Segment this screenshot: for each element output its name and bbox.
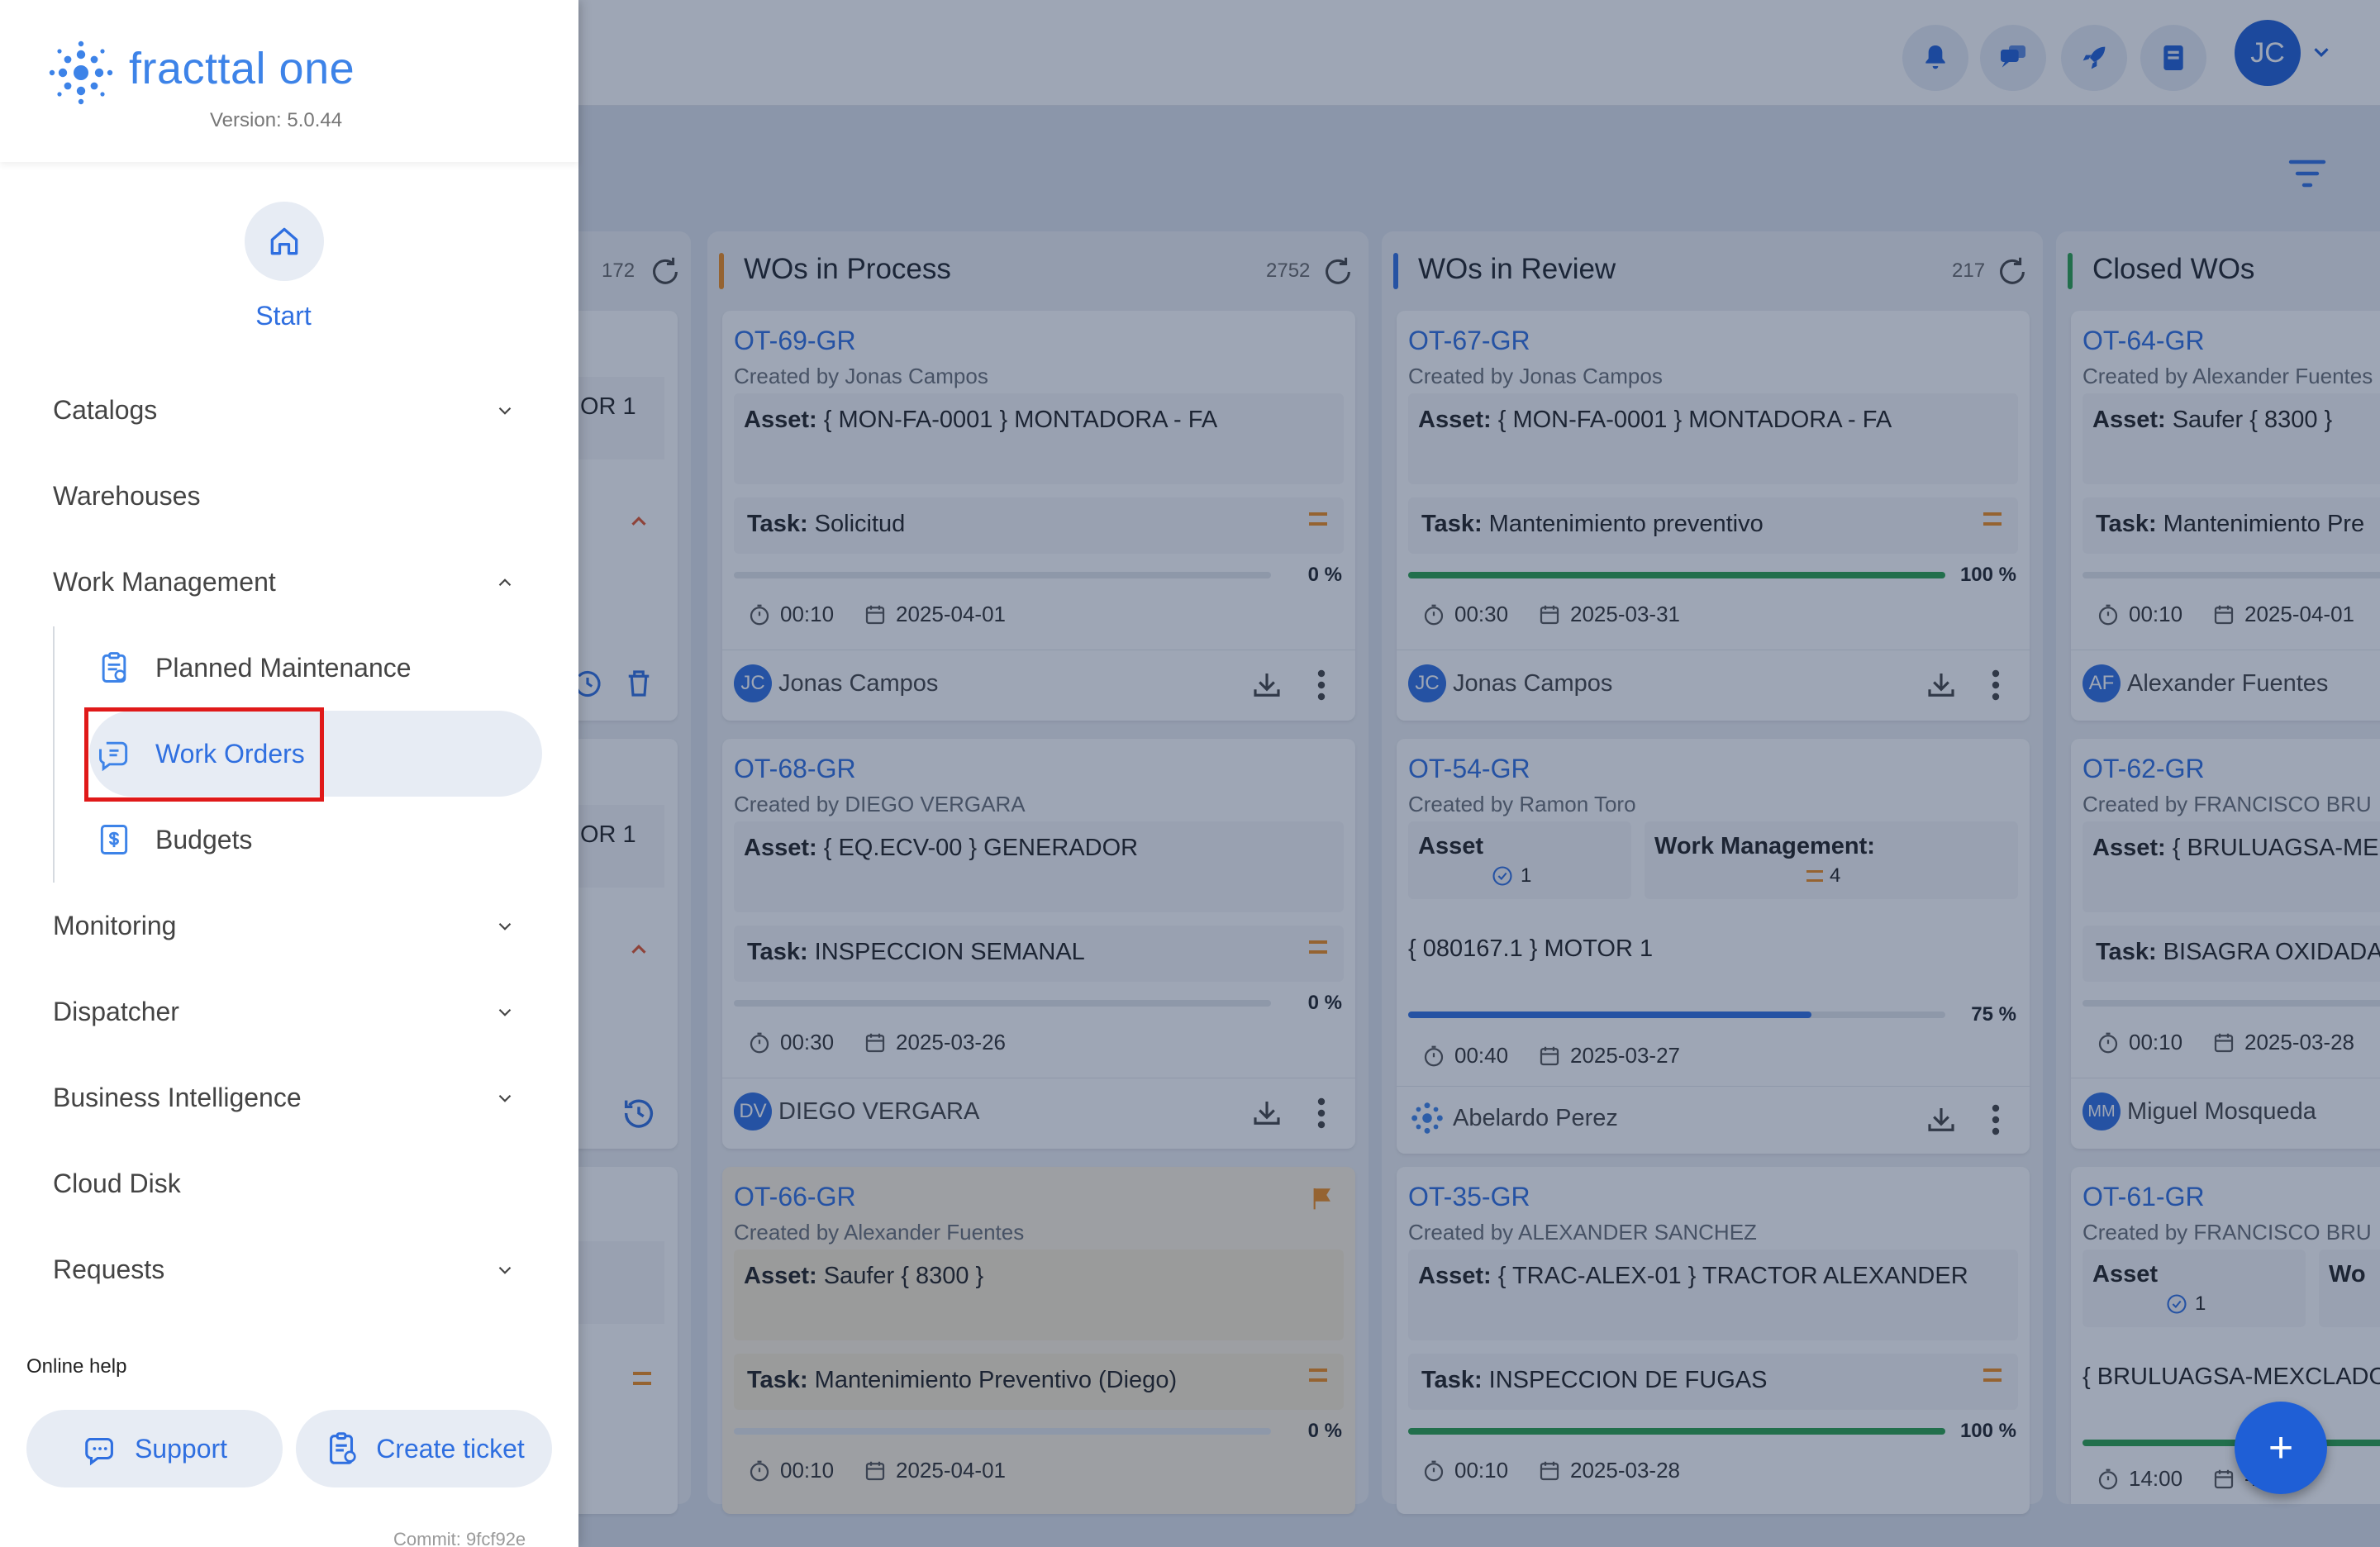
modal-backdrop[interactable] bbox=[578, 0, 2380, 1547]
start-label[interactable]: Start bbox=[0, 301, 567, 331]
nav-subitem-budgets[interactable]: Budgets bbox=[89, 797, 542, 883]
nav-item-label: Catalogs bbox=[53, 394, 158, 425]
chevron-down-icon bbox=[498, 1266, 512, 1274]
nav-item-label: Work Management bbox=[53, 566, 276, 597]
submenu-line bbox=[53, 626, 55, 883]
clipboard-calendar-icon bbox=[102, 652, 126, 683]
start-button[interactable] bbox=[245, 202, 324, 281]
create-ticket-button[interactable]: Create ticket bbox=[296, 1410, 552, 1488]
drawer-header: fracttal one Version: 5.0.44 bbox=[0, 0, 578, 162]
nav-item-cloud-disk[interactable]: Cloud Disk bbox=[53, 1157, 532, 1210]
nav-item-catalogs[interactable]: Catalogs bbox=[53, 383, 532, 436]
chevron-up-icon bbox=[498, 578, 512, 587]
support-chat-icon bbox=[85, 1437, 113, 1466]
nav-item-requests[interactable]: Requests bbox=[53, 1243, 532, 1296]
chevron-down-icon bbox=[498, 922, 512, 931]
commit-hash: Commit: 9fcf92e bbox=[393, 1529, 526, 1547]
nav-item-label: Monitoring bbox=[53, 910, 177, 940]
app-version: Version: 5.0.44 bbox=[210, 109, 343, 131]
nav-subitem-planned-maintenance[interactable]: Planned Maintenance bbox=[89, 625, 542, 711]
nav-item-label: Dispatcher bbox=[53, 996, 179, 1026]
nav-item-work-management[interactable]: Work Management bbox=[53, 555, 532, 608]
online-help-label: Online help bbox=[26, 1355, 127, 1378]
logo-text[interactable]: fracttal one bbox=[129, 43, 355, 94]
fracttal-logo-icon[interactable] bbox=[46, 40, 116, 106]
nav-item-dispatcher[interactable]: Dispatcher bbox=[53, 985, 532, 1038]
chevron-down-icon bbox=[498, 1094, 512, 1102]
budget-icon bbox=[100, 825, 128, 854]
create-ticket-label: Create ticket bbox=[376, 1433, 525, 1464]
nav-item-warehouses[interactable]: Warehouses bbox=[53, 469, 532, 522]
chevron-down-icon bbox=[498, 1008, 512, 1016]
nav-subitem-label: Budgets bbox=[155, 824, 253, 854]
ticket-icon bbox=[330, 1432, 356, 1464]
nav-item-monitoring[interactable]: Monitoring bbox=[53, 899, 532, 952]
nav-item-label: Cloud Disk bbox=[53, 1168, 181, 1198]
support-label: Support bbox=[134, 1433, 228, 1464]
navigation-drawer: fracttal one Version: 5.0.44 Start Catal… bbox=[0, 0, 578, 1547]
nav-item-label: Warehouses bbox=[53, 480, 201, 511]
home-icon bbox=[270, 227, 298, 255]
chevron-down-icon bbox=[498, 407, 512, 415]
nav-subitem-label: Planned Maintenance bbox=[155, 652, 412, 683]
highlight-box bbox=[84, 707, 324, 802]
nav-item-label: Requests bbox=[53, 1254, 165, 1284]
nav-item-label: Business Intelligence bbox=[53, 1082, 302, 1112]
add-button[interactable]: + bbox=[2235, 1402, 2327, 1494]
support-button[interactable]: Support bbox=[26, 1410, 283, 1488]
nav-item-business-intelligence[interactable]: Business Intelligence bbox=[53, 1071, 532, 1124]
